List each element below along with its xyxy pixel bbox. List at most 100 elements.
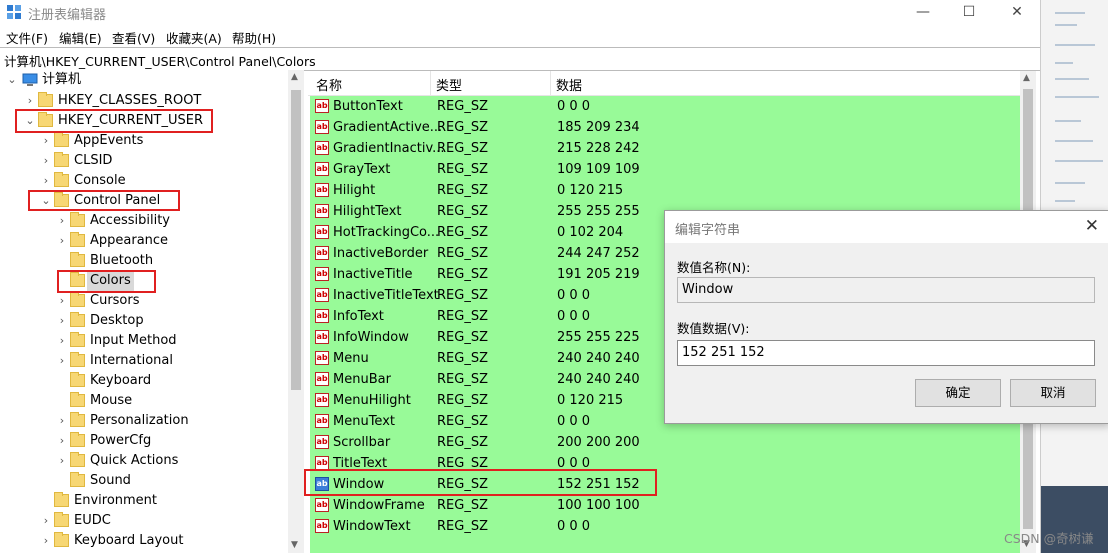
value-data-cell: 100 100 100: [557, 498, 640, 513]
list-row[interactable]: ab WindowText REG_SZ 0 0 0: [310, 516, 1020, 537]
expand-chevron-icon[interactable]: ›: [40, 511, 52, 531]
ok-button[interactable]: 确定: [915, 379, 1001, 407]
expand-chevron-icon[interactable]: ›: [40, 151, 52, 171]
dialog-title: 编辑字符串: [675, 223, 741, 238]
menu-help[interactable]: 帮助(H): [232, 28, 276, 47]
column-divider[interactable]: [550, 71, 551, 95]
tree-item[interactable]: › Keyboard Layout: [0, 531, 280, 551]
address-path[interactable]: 计算机\HKEY_CURRENT_USER\Control Panel\Colo…: [4, 51, 316, 70]
list-row[interactable]: ab GrayText REG_SZ 109 109 109: [310, 159, 1020, 180]
column-type-header[interactable]: 类型: [436, 75, 462, 94]
tree-item[interactable]: Bluetooth: [0, 251, 280, 271]
scroll-up-icon[interactable]: ▲: [1023, 73, 1030, 83]
tree-item[interactable]: › Accessibility: [0, 211, 280, 231]
value-data-cell: 185 209 234: [557, 120, 640, 135]
cancel-button[interactable]: 取消: [1010, 379, 1096, 407]
tree-item[interactable]: Environment: [0, 491, 280, 511]
list-row[interactable]: ab Window REG_SZ 152 251 152: [310, 474, 1020, 495]
expand-chevron-icon[interactable]: ›: [56, 291, 68, 311]
tree-item[interactable]: › AppEvents: [0, 131, 280, 151]
list-row[interactable]: ab WindowFrame REG_SZ 100 100 100: [310, 495, 1020, 516]
close-button[interactable]: ✕: [994, 0, 1040, 24]
tree-item[interactable]: › Input Method: [0, 331, 280, 351]
folder-icon: [70, 392, 85, 407]
tree-item[interactable]: › Appearance: [0, 231, 280, 251]
expand-chevron-icon[interactable]: ›: [40, 131, 52, 151]
expand-chevron-icon[interactable]: ›: [56, 411, 68, 431]
tree-item[interactable]: › Desktop: [0, 311, 280, 331]
expand-chevron-icon[interactable]: ›: [56, 311, 68, 331]
string-value-icon: ab: [315, 267, 329, 281]
bg-line: [1055, 200, 1075, 202]
value-name-cell: MenuBar: [333, 372, 391, 387]
expand-chevron-icon[interactable]: ›: [56, 431, 68, 451]
tree-item-label: Desktop: [90, 313, 144, 328]
collapse-chevron-icon[interactable]: ⌄: [6, 70, 18, 90]
menu-view[interactable]: 查看(V): [112, 28, 155, 47]
tree-item[interactable]: › HKEY_CLASSES_ROOT: [0, 91, 280, 111]
value-data-cell: 0 0 0: [557, 519, 591, 534]
tree-item-label: International: [90, 353, 173, 368]
value-data-field[interactable]: 152 251 152: [677, 340, 1095, 366]
tree-item[interactable]: Keyboard: [0, 371, 280, 391]
value-type-cell: REG_SZ: [437, 162, 488, 177]
list-row[interactable]: ab GradientActive... REG_SZ 185 209 234: [310, 117, 1020, 138]
expand-chevron-icon[interactable]: ›: [56, 231, 68, 251]
tree-item[interactable]: › PowerCfg: [0, 431, 280, 451]
expand-chevron-icon[interactable]: ›: [56, 331, 68, 351]
expand-chevron-icon[interactable]: ›: [56, 451, 68, 471]
value-type-cell: REG_SZ: [437, 183, 488, 198]
bg-line: [1055, 182, 1085, 184]
column-name-header[interactable]: 名称: [316, 75, 342, 94]
tree-item[interactable]: › Quick Actions: [0, 451, 280, 471]
expand-chevron-icon[interactable]: ›: [40, 531, 52, 551]
folder-icon: [70, 452, 85, 467]
tree-root-label: 计算机: [42, 72, 82, 87]
tree-item[interactable]: › CLSID: [0, 151, 280, 171]
close-icon[interactable]: ✕: [1085, 216, 1099, 236]
bg-line: [1055, 96, 1099, 98]
list-row[interactable]: ab Hilight REG_SZ 0 120 215: [310, 180, 1020, 201]
tree-item[interactable]: ⌄ HKEY_CURRENT_USER: [0, 111, 280, 131]
maximize-button[interactable]: ☐: [946, 0, 992, 24]
scroll-down-icon[interactable]: ▼: [291, 540, 298, 550]
scroll-up-icon[interactable]: ▲: [291, 72, 298, 82]
tree-item-label: HKEY_CURRENT_USER: [58, 113, 204, 128]
value-data-cell: 215 228 242: [557, 141, 640, 156]
minimize-button[interactable]: —: [900, 0, 946, 24]
value-data-cell: 200 200 200: [557, 435, 640, 450]
tree-item[interactable]: › Console: [0, 171, 280, 191]
menu-file[interactable]: 文件(F): [6, 28, 48, 47]
folder-icon: [38, 92, 53, 107]
tree-item[interactable]: ⌄ Control Panel: [0, 191, 280, 211]
tree-item[interactable]: › International: [0, 351, 280, 371]
string-value-icon: ab: [315, 120, 329, 134]
collapse-chevron-icon[interactable]: ⌄: [24, 111, 36, 131]
value-name-cell: HotTrackingCo...: [333, 225, 440, 240]
expand-chevron-icon[interactable]: ›: [56, 351, 68, 371]
string-value-icon: ab: [315, 204, 329, 218]
expand-chevron-icon[interactable]: ›: [24, 91, 36, 111]
collapse-chevron-icon[interactable]: ⌄: [40, 191, 52, 211]
tree-item[interactable]: Sound: [0, 471, 280, 491]
list-row[interactable]: ab ButtonText REG_SZ 0 0 0: [310, 96, 1020, 117]
tree-scrollbar[interactable]: ▲ ▼: [288, 70, 304, 553]
column-divider[interactable]: [430, 71, 431, 95]
column-data-header[interactable]: 数据: [556, 75, 582, 94]
expand-chevron-icon[interactable]: ›: [40, 171, 52, 191]
tree-item[interactable]: › EUDC: [0, 511, 280, 531]
tree-item[interactable]: › Personalization: [0, 411, 280, 431]
tree-item[interactable]: Colors: [0, 271, 280, 291]
tree-item-label: Cursors: [90, 293, 140, 308]
list-row[interactable]: ab GradientInactiv... REG_SZ 215 228 242: [310, 138, 1020, 159]
expand-chevron-icon[interactable]: ›: [56, 211, 68, 231]
menu-edit[interactable]: 编辑(E): [59, 28, 102, 47]
address-bar[interactable]: 计算机\HKEY_CURRENT_USER\Control Panel\Colo…: [0, 47, 1040, 71]
tree-item[interactable]: Mouse: [0, 391, 280, 411]
menu-favorites[interactable]: 收藏夹(A): [166, 28, 222, 47]
tree-root[interactable]: ⌄ 计算机: [0, 70, 280, 90]
list-row[interactable]: ab TitleText REG_SZ 0 0 0: [310, 453, 1020, 474]
tree-item[interactable]: › Cursors: [0, 291, 280, 311]
list-row[interactable]: ab Scrollbar REG_SZ 200 200 200: [310, 432, 1020, 453]
tree-scroll-thumb[interactable]: [291, 90, 301, 390]
